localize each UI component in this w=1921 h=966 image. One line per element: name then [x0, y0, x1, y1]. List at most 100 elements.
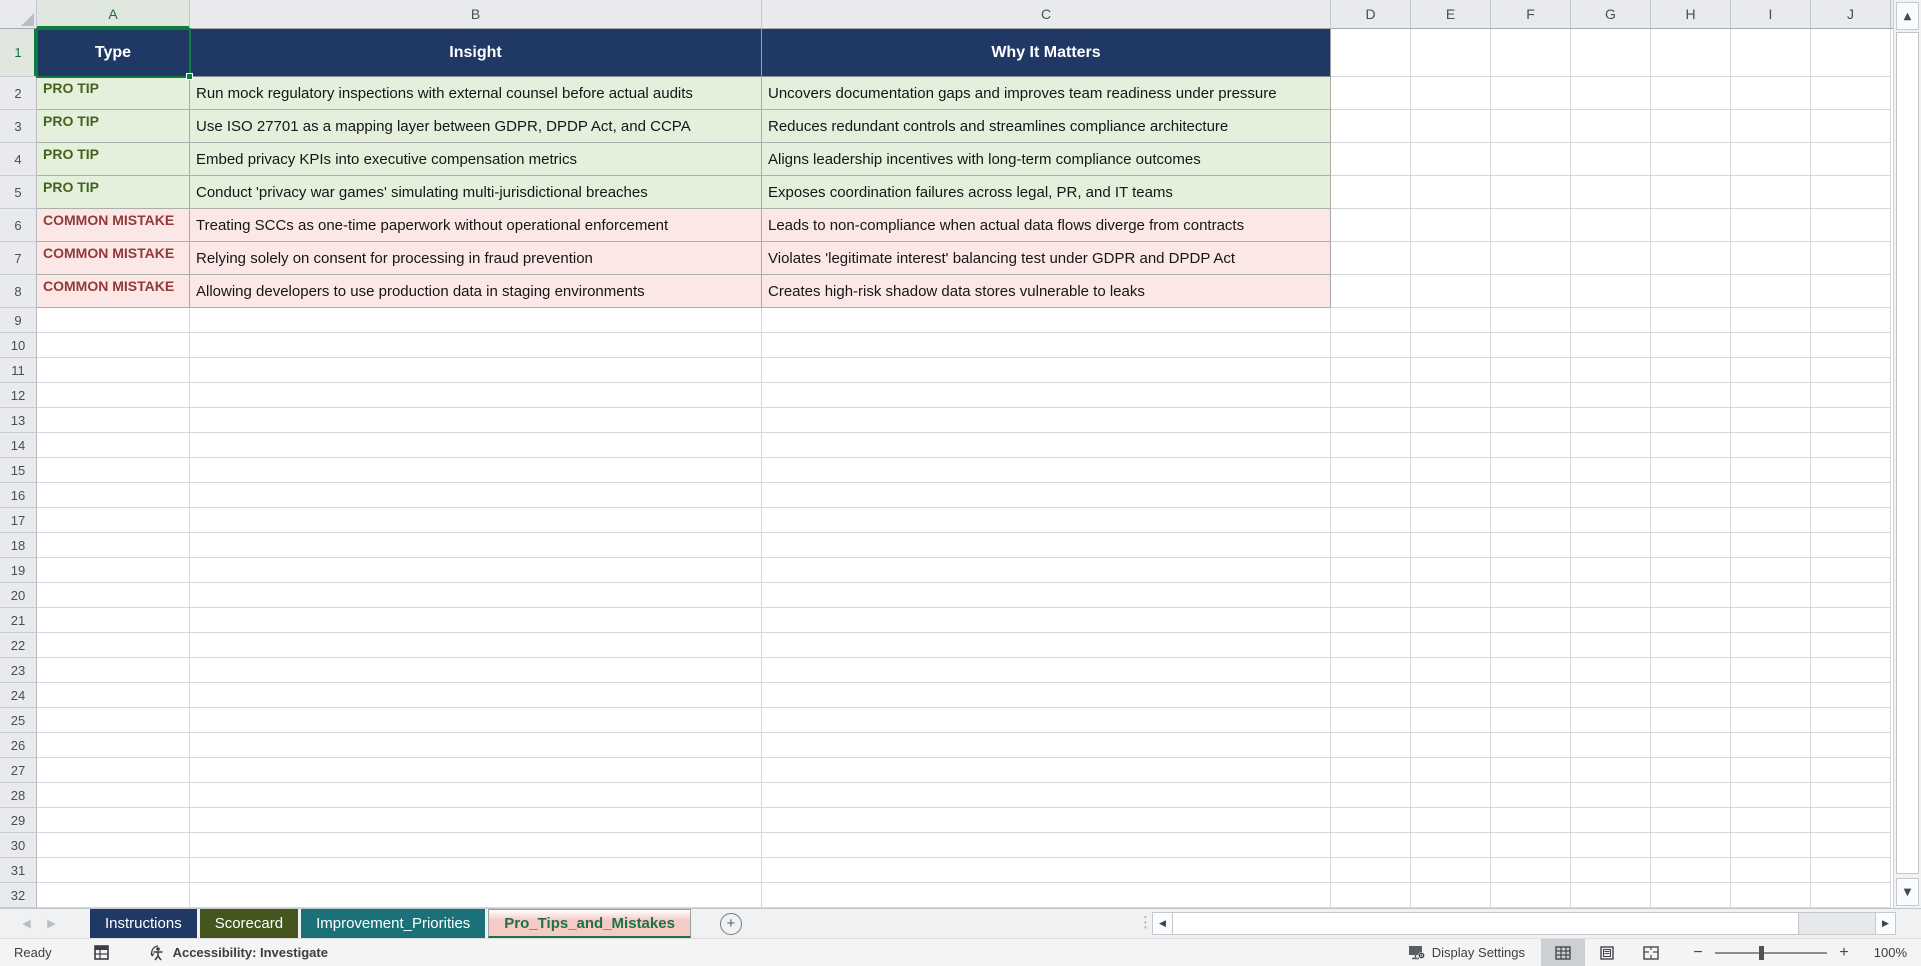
cell-G30[interactable]: [1571, 833, 1651, 858]
new-sheet-button[interactable]: +: [719, 912, 742, 935]
cell-A23[interactable]: [37, 658, 190, 683]
cell-I30[interactable]: [1731, 833, 1811, 858]
cell-I10[interactable]: [1731, 333, 1811, 358]
column-header-C[interactable]: C: [762, 0, 1331, 28]
cell-G18[interactable]: [1571, 533, 1651, 558]
cell-C28[interactable]: [762, 783, 1331, 808]
cell-H2[interactable]: [1651, 77, 1731, 110]
cell-B15[interactable]: [190, 458, 762, 483]
cell-E4[interactable]: [1411, 143, 1491, 176]
cell-H15[interactable]: [1651, 458, 1731, 483]
cell-C26[interactable]: [762, 733, 1331, 758]
cell-F31[interactable]: [1491, 858, 1571, 883]
cell-I28[interactable]: [1731, 783, 1811, 808]
cell-F28[interactable]: [1491, 783, 1571, 808]
cell-H13[interactable]: [1651, 408, 1731, 433]
cell-E19[interactable]: [1411, 558, 1491, 583]
cell-H3[interactable]: [1651, 110, 1731, 143]
cell-F32[interactable]: [1491, 883, 1571, 908]
cell-C11[interactable]: [762, 358, 1331, 383]
cell-E7[interactable]: [1411, 242, 1491, 275]
cell-A24[interactable]: [37, 683, 190, 708]
column-header-F[interactable]: F: [1491, 0, 1571, 28]
cell-G8[interactable]: [1571, 275, 1651, 308]
row-header-30[interactable]: 30: [0, 833, 37, 858]
row-header-15[interactable]: 15: [0, 458, 37, 483]
cell-G1[interactable]: [1571, 29, 1651, 77]
cell-F22[interactable]: [1491, 633, 1571, 658]
cell-E20[interactable]: [1411, 583, 1491, 608]
cell-F11[interactable]: [1491, 358, 1571, 383]
cell-A25[interactable]: [37, 708, 190, 733]
cell-A20[interactable]: [37, 583, 190, 608]
cell-J4[interactable]: [1811, 143, 1891, 176]
cell-C19[interactable]: [762, 558, 1331, 583]
cell-D26[interactable]: [1331, 733, 1411, 758]
cell-E9[interactable]: [1411, 308, 1491, 333]
row-header-19[interactable]: 19: [0, 558, 37, 583]
cell-B2[interactable]: Run mock regulatory inspections with ext…: [190, 77, 762, 110]
cell-I25[interactable]: [1731, 708, 1811, 733]
cell-E1[interactable]: [1411, 29, 1491, 77]
cell-A4[interactable]: PRO TIP: [37, 143, 190, 176]
sheet-tab-Scorecard[interactable]: Scorecard: [199, 909, 299, 938]
cell-I7[interactable]: [1731, 242, 1811, 275]
cell-A21[interactable]: [37, 608, 190, 633]
cell-I4[interactable]: [1731, 143, 1811, 176]
column-header-D[interactable]: D: [1331, 0, 1411, 28]
cell-G27[interactable]: [1571, 758, 1651, 783]
cell-G22[interactable]: [1571, 633, 1651, 658]
cell-G28[interactable]: [1571, 783, 1651, 808]
cell-D16[interactable]: [1331, 483, 1411, 508]
cell-A28[interactable]: [37, 783, 190, 808]
cell-D27[interactable]: [1331, 758, 1411, 783]
cell-G3[interactable]: [1571, 110, 1651, 143]
cell-E3[interactable]: [1411, 110, 1491, 143]
row-header-31[interactable]: 31: [0, 858, 37, 883]
cell-H18[interactable]: [1651, 533, 1731, 558]
sheet-tab-Improvement_Priorities[interactable]: Improvement_Priorities: [301, 909, 486, 938]
cell-D6[interactable]: [1331, 209, 1411, 242]
cell-B1[interactable]: Insight: [190, 29, 762, 77]
cell-D24[interactable]: [1331, 683, 1411, 708]
cell-F7[interactable]: [1491, 242, 1571, 275]
cell-G31[interactable]: [1571, 858, 1651, 883]
cell-H27[interactable]: [1651, 758, 1731, 783]
cell-A7[interactable]: COMMON MISTAKE: [37, 242, 190, 275]
cell-F17[interactable]: [1491, 508, 1571, 533]
row-header-5[interactable]: 5: [0, 176, 37, 209]
cell-D9[interactable]: [1331, 308, 1411, 333]
row-header-25[interactable]: 25: [0, 708, 37, 733]
cell-A27[interactable]: [37, 758, 190, 783]
cell-J30[interactable]: [1811, 833, 1891, 858]
cell-C30[interactable]: [762, 833, 1331, 858]
cell-H31[interactable]: [1651, 858, 1731, 883]
cell-G17[interactable]: [1571, 508, 1651, 533]
cell-F24[interactable]: [1491, 683, 1571, 708]
cell-C12[interactable]: [762, 383, 1331, 408]
cell-G4[interactable]: [1571, 143, 1651, 176]
row-header-8[interactable]: 8: [0, 275, 37, 308]
cell-J11[interactable]: [1811, 358, 1891, 383]
cell-B22[interactable]: [190, 633, 762, 658]
cell-D20[interactable]: [1331, 583, 1411, 608]
cell-J7[interactable]: [1811, 242, 1891, 275]
cell-J10[interactable]: [1811, 333, 1891, 358]
cell-J25[interactable]: [1811, 708, 1891, 733]
cell-I12[interactable]: [1731, 383, 1811, 408]
cell-J22[interactable]: [1811, 633, 1891, 658]
cell-J9[interactable]: [1811, 308, 1891, 333]
cell-B8[interactable]: Allowing developers to use production da…: [190, 275, 762, 308]
cell-D15[interactable]: [1331, 458, 1411, 483]
cell-F27[interactable]: [1491, 758, 1571, 783]
cell-F10[interactable]: [1491, 333, 1571, 358]
row-header-20[interactable]: 20: [0, 583, 37, 608]
cell-H24[interactable]: [1651, 683, 1731, 708]
row-header-27[interactable]: 27: [0, 758, 37, 783]
cell-D22[interactable]: [1331, 633, 1411, 658]
cell-G7[interactable]: [1571, 242, 1651, 275]
cell-C7[interactable]: Violates 'legitimate interest' balancing…: [762, 242, 1331, 275]
cell-A26[interactable]: [37, 733, 190, 758]
cell-D3[interactable]: [1331, 110, 1411, 143]
cell-I11[interactable]: [1731, 358, 1811, 383]
